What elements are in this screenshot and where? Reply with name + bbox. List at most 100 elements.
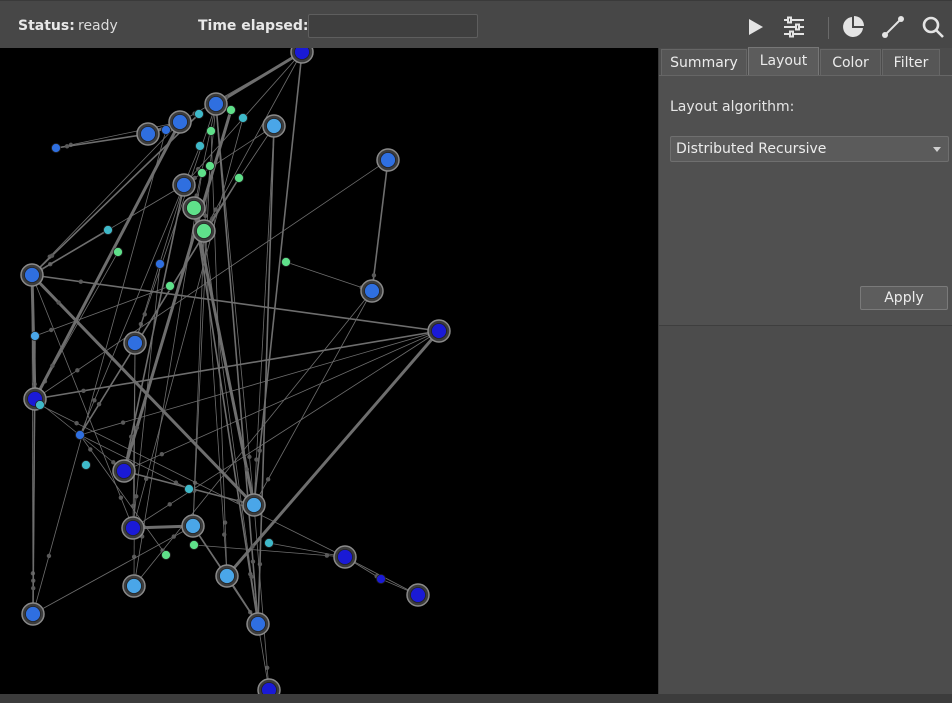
- edge-arrowhead: [88, 447, 93, 452]
- graph-node[interactable]: [266, 118, 282, 134]
- graph-node[interactable]: [195, 141, 205, 151]
- graph-node[interactable]: [186, 200, 202, 216]
- graph-edge: [123, 330, 440, 472]
- pie-chart-icon[interactable]: [841, 15, 865, 39]
- layout-tab-pane: Layout algorithm: Distributed Recursive …: [659, 75, 952, 326]
- graph-edge: [31, 274, 134, 529]
- graph-node[interactable]: [189, 540, 199, 550]
- tab-color[interactable]: Color: [820, 49, 881, 75]
- graph-node[interactable]: [205, 161, 215, 171]
- graph-node[interactable]: [196, 223, 212, 239]
- graph-node[interactable]: [250, 616, 266, 632]
- tab-filter[interactable]: Filter: [882, 49, 940, 75]
- graph-node[interactable]: [30, 331, 40, 341]
- graph-node[interactable]: [155, 259, 165, 269]
- edge-arrowhead: [159, 452, 164, 457]
- graph-node[interactable]: [176, 177, 192, 193]
- edge-arrowhead: [81, 388, 86, 394]
- apply-button[interactable]: Apply: [860, 286, 948, 310]
- edge-arrowhead: [120, 420, 126, 425]
- graph-node[interactable]: [161, 550, 171, 560]
- edge-arrowhead: [56, 300, 61, 305]
- toolbar-separator: [828, 17, 829, 39]
- graph-node[interactable]: [140, 126, 156, 142]
- graph-node[interactable]: [197, 168, 207, 178]
- edge-arrowhead: [129, 434, 134, 439]
- edge-arrowhead: [134, 494, 139, 499]
- graph-edge: [55, 133, 149, 149]
- graph-edge: [34, 159, 389, 400]
- graph-node[interactable]: [194, 109, 204, 119]
- edge-arrowhead: [134, 425, 140, 430]
- edge-arrowhead: [222, 532, 227, 537]
- edge-arrowhead: [371, 273, 377, 278]
- graph-node[interactable]: [246, 497, 262, 513]
- tab-summary[interactable]: Summary: [661, 49, 747, 75]
- play-icon[interactable]: [743, 15, 767, 39]
- graph-node[interactable]: [103, 225, 113, 235]
- edge-arrowhead: [249, 574, 254, 580]
- edge-arrowhead: [247, 454, 252, 460]
- network-graph[interactable]: [0, 48, 658, 694]
- graph-node[interactable]: [234, 173, 244, 183]
- graph-node[interactable]: [410, 587, 426, 603]
- graph-node[interactable]: [281, 257, 291, 267]
- graph-node[interactable]: [116, 463, 132, 479]
- edge-arrowhead: [142, 312, 147, 317]
- graph-node[interactable]: [376, 574, 386, 584]
- search-icon[interactable]: [921, 15, 945, 39]
- graph-node[interactable]: [126, 578, 142, 594]
- graph-node[interactable]: [380, 152, 396, 168]
- graph-node[interactable]: [35, 400, 45, 410]
- graph-node[interactable]: [113, 247, 123, 257]
- graph-node[interactable]: [184, 484, 194, 494]
- graph-node[interactable]: [208, 96, 224, 112]
- graph-node[interactable]: [25, 606, 41, 622]
- layout-algorithm-value: Distributed Recursive: [676, 141, 827, 157]
- edge-icon[interactable]: [881, 15, 905, 39]
- graph-node[interactable]: [219, 568, 235, 584]
- graph-node[interactable]: [75, 430, 85, 440]
- edge-arrowhead: [46, 553, 52, 559]
- edge-arrowhead: [118, 495, 124, 500]
- graph-edge: [55, 121, 181, 149]
- edge-arrowhead: [49, 327, 54, 333]
- graph-node[interactable]: [51, 143, 61, 153]
- graph-edge: [285, 261, 373, 292]
- graph-node[interactable]: [238, 113, 248, 123]
- graph-edge: [32, 129, 167, 615]
- graph-node[interactable]: [364, 283, 380, 299]
- graph-node[interactable]: [165, 281, 175, 291]
- tab-layout[interactable]: Layout: [748, 47, 819, 75]
- time-elapsed-label: Time elapsed:: [198, 18, 309, 34]
- graph-node[interactable]: [206, 126, 216, 136]
- graph-node[interactable]: [125, 520, 141, 536]
- graph-node[interactable]: [431, 323, 447, 339]
- graph-edge: [257, 125, 275, 625]
- edge-arrowhead: [74, 421, 79, 426]
- graph-node[interactable]: [337, 549, 353, 565]
- sliders-icon[interactable]: [782, 15, 806, 39]
- graph-node[interactable]: [294, 48, 310, 60]
- graph-node[interactable]: [264, 538, 274, 548]
- graph-node[interactable]: [172, 114, 188, 130]
- graph-node[interactable]: [81, 460, 91, 470]
- graph-canvas[interactable]: [0, 48, 658, 694]
- time-elapsed-field: [308, 14, 478, 38]
- edge-arrowhead: [265, 477, 271, 482]
- graph-edge: [371, 159, 389, 292]
- graph-node[interactable]: [127, 335, 143, 351]
- layout-algorithm-select[interactable]: Distributed Recursive: [670, 136, 949, 162]
- graph-node[interactable]: [24, 267, 40, 283]
- status-value: ready: [78, 18, 118, 34]
- layout-algorithm-label: Layout algorithm:: [670, 99, 795, 115]
- status-bar: Status: ready Time elapsed:: [0, 0, 952, 48]
- edge-arrowhead: [75, 368, 80, 373]
- graph-node[interactable]: [161, 125, 171, 135]
- edge-arrowhead: [78, 279, 84, 284]
- graph-node[interactable]: [185, 518, 201, 534]
- graph-node[interactable]: [261, 682, 277, 695]
- edge-arrowhead: [254, 457, 259, 462]
- graph-node[interactable]: [226, 105, 236, 115]
- side-panel: Summary Layout Color Filter Layout algor…: [658, 47, 952, 694]
